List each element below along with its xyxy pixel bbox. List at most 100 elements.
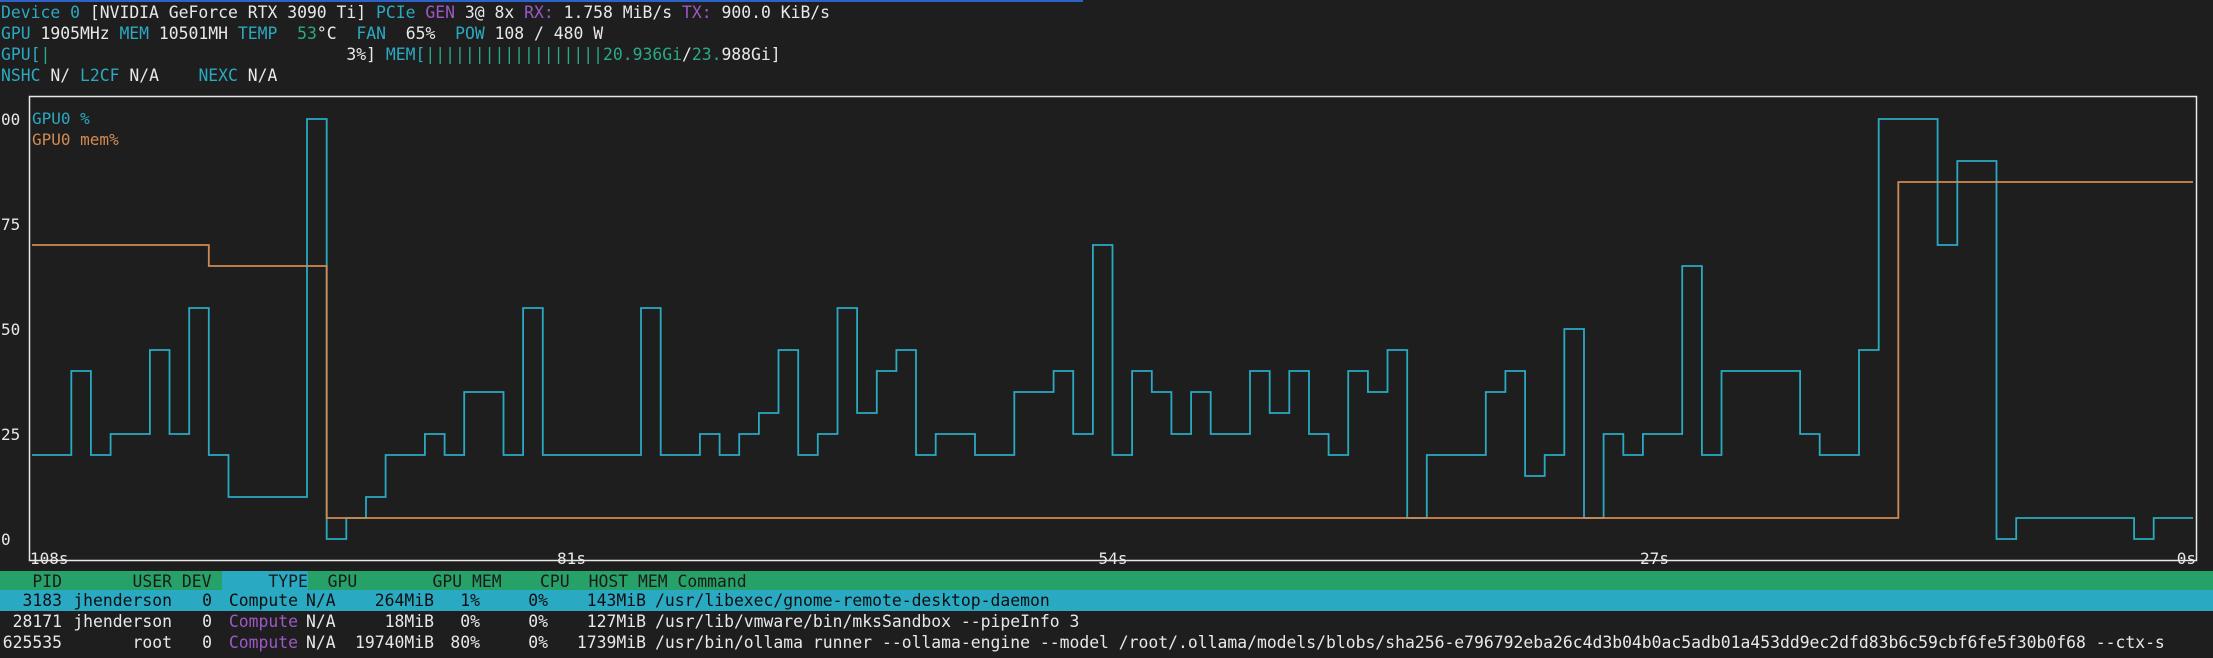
gpu-util-value: 3%] <box>346 45 377 64</box>
type-cell: Compute <box>228 633 298 652</box>
gpu-clock-label: GPU <box>1 24 31 43</box>
x-tick-label: 0s <box>2177 549 2196 568</box>
command-cell: /usr/bin/ollama runner --ollama-engine -… <box>655 633 2165 652</box>
gpu-util-bar: | <box>40 45 51 64</box>
l2cf-label: L2CF <box>79 66 120 85</box>
pow-label: POW <box>455 24 485 43</box>
mem-bar-label: MEM[ <box>385 45 426 64</box>
chart-legend: GPU0 % GPU0 mem% <box>32 109 119 149</box>
gpu-mem-pct-cell: 1% <box>460 591 480 610</box>
command-cell: /usr/lib/vmware/bin/mksSandbox --pipeInf… <box>655 612 1080 631</box>
col-dev[interactable]: DEV <box>182 571 222 592</box>
gpu-cell: N/A <box>306 612 336 631</box>
y-tick-label: 75 <box>1 215 20 234</box>
gen-label: GEN <box>425 3 455 22</box>
process-row[interactable]: 625535 root 0 Compute N/A 19740MiB 80% 0% 1739Mi… <box>0 632 2213 653</box>
nvlink-line: NSHC N/ L2CF N/A NEXC N/A <box>1 65 277 86</box>
gpu-mem-cell: 264MiB <box>374 591 434 610</box>
nshc-label: NSHC <box>1 66 41 85</box>
y-tick-label: 00 <box>1 110 20 129</box>
pow-value: 108 / 480 W <box>494 24 604 43</box>
gpu-bar-label: GPU[ <box>1 45 41 64</box>
x-tick-label: 81s <box>557 549 586 568</box>
gen-value: 3@ 8x <box>464 3 515 22</box>
gpu-cell: N/A <box>306 591 336 610</box>
temp-label: TEMP <box>237 24 278 43</box>
command-cell: /usr/libexec/gnome-remote-desktop-daemon <box>655 591 1050 610</box>
device-index: 0 <box>70 3 80 22</box>
type-cell: Compute <box>228 612 298 631</box>
nshc-value: N/ <box>50 66 71 85</box>
pcie-label: PCIe <box>376 3 416 22</box>
l2cf-value: N/A <box>129 66 159 85</box>
x-tick-label: 108s <box>30 549 69 568</box>
cpu-cell: 0% <box>528 633 548 652</box>
cpu-cell: 0% <box>528 591 548 610</box>
type-cell: Compute <box>228 591 298 610</box>
gpu-mem-pct-cell: 0% <box>460 612 480 631</box>
pid-cell: 28171 <box>12 612 62 631</box>
col-cpu[interactable]: CPU <box>502 571 570 592</box>
y-axis: 00 75 50 25 0 <box>1 110 20 549</box>
stats-line: GPU 1905MHz MEM 10501MH TEMP 53°C FAN 65… <box>1 23 603 44</box>
fan-value: 65% <box>405 24 436 43</box>
cpu-cell: 0% <box>528 612 548 631</box>
gpu-mem-pct-cell: 80% <box>450 633 480 652</box>
device-label: Device <box>1 3 61 22</box>
process-table-header[interactable]: PID USER DEV TYPE GPU GPU MEM CPU HOST MEM Co… <box>0 571 2213 592</box>
gpu-mem-cell: 19740MiB <box>355 633 434 652</box>
fan-label: FAN <box>356 24 386 43</box>
series-layer <box>32 118 2193 540</box>
pid-cell: 3183 <box>22 591 62 610</box>
col-gpu-mem[interactable]: GPU MEM <box>368 571 502 592</box>
col-command[interactable]: Command <box>678 572 747 591</box>
user-cell: root <box>132 633 172 652</box>
temp-unit: °C <box>316 24 337 43</box>
col-gpu[interactable]: GPU <box>328 571 368 592</box>
mem-usage-bar: |||||||||||||||||| <box>425 45 603 64</box>
device-line: Device 0 [NVIDIA GeForce RTX 3090 Ti] PC… <box>1 2 830 23</box>
col-pid[interactable]: PID <box>0 571 62 592</box>
legend-entry: GPU0 mem% <box>32 130 119 149</box>
dev-cell: 0 <box>202 633 212 652</box>
tx-value: 900.0 KiB/s <box>721 3 831 22</box>
mem-separator: / <box>681 45 692 64</box>
col-user[interactable]: USER <box>62 571 172 592</box>
y-tick-label: 25 <box>1 425 20 444</box>
pid-cell: 625535 <box>2 633 62 652</box>
temp-value: 53 <box>297 24 317 43</box>
device-name: [NVIDIA GeForce RTX 3090 Ti] <box>89 3 367 22</box>
tx-label: TX: <box>682 3 712 22</box>
x-axis: 108s 81s 54s 27s 0s <box>30 549 2196 568</box>
mem-total-a: 23. <box>691 45 722 64</box>
rx-label: RX: <box>524 3 554 22</box>
nexc-label: NEXC <box>198 66 238 85</box>
y-tick-label: 0 <box>1 530 11 549</box>
host-mem-cell: 127MiB <box>586 612 646 631</box>
y-tick-label: 50 <box>1 320 20 339</box>
mem-clock-value: 10501MH <box>158 24 228 43</box>
nexc-value: N/A <box>247 66 278 85</box>
user-cell: jhenderson <box>73 591 172 610</box>
gpu-cell: N/A <box>306 633 336 652</box>
process-row[interactable]: 28171 jhenderson 0 Compute N/A 18MiB 0% 0% 127Mi… <box>0 611 2213 632</box>
mem-used-value: 20.936Gi <box>603 45 682 64</box>
dev-cell: 0 <box>202 612 212 631</box>
legend-entry: GPU0 % <box>32 109 90 128</box>
gpu-mem-cell: 18MiB <box>384 612 434 631</box>
bars-line: GPU[| 3%] MEM[||||||||||||||||||20.936Gi… <box>1 44 781 65</box>
col-type[interactable]: TYPE <box>221 571 308 592</box>
gpu-clock-value: 1905MHz <box>40 24 110 43</box>
host-mem-cell: 1739MiB <box>576 633 646 652</box>
gpu-usage-chart: 00 75 50 25 0 108s 81s 54s 27s 0s GPU0 % GPU0 mem… <box>1 95 2198 568</box>
gpu-util-series <box>32 118 2193 540</box>
host-mem-cell: 143MiB <box>586 591 646 610</box>
rx-value: 1.758 MiB/s <box>563 3 673 22</box>
process-row[interactable]: 3183 jhenderson 0 Compute N/A 264MiB 1% 0% 143Mi… <box>0 590 2213 611</box>
dev-cell: 0 <box>202 591 212 610</box>
x-tick-label: 54s <box>1099 549 1128 568</box>
mem-total-b: 988Gi] <box>721 45 781 64</box>
user-cell: jhenderson <box>73 612 172 631</box>
col-host-mem[interactable]: HOST MEM <box>570 571 668 592</box>
mem-clock-label: MEM <box>119 24 150 43</box>
